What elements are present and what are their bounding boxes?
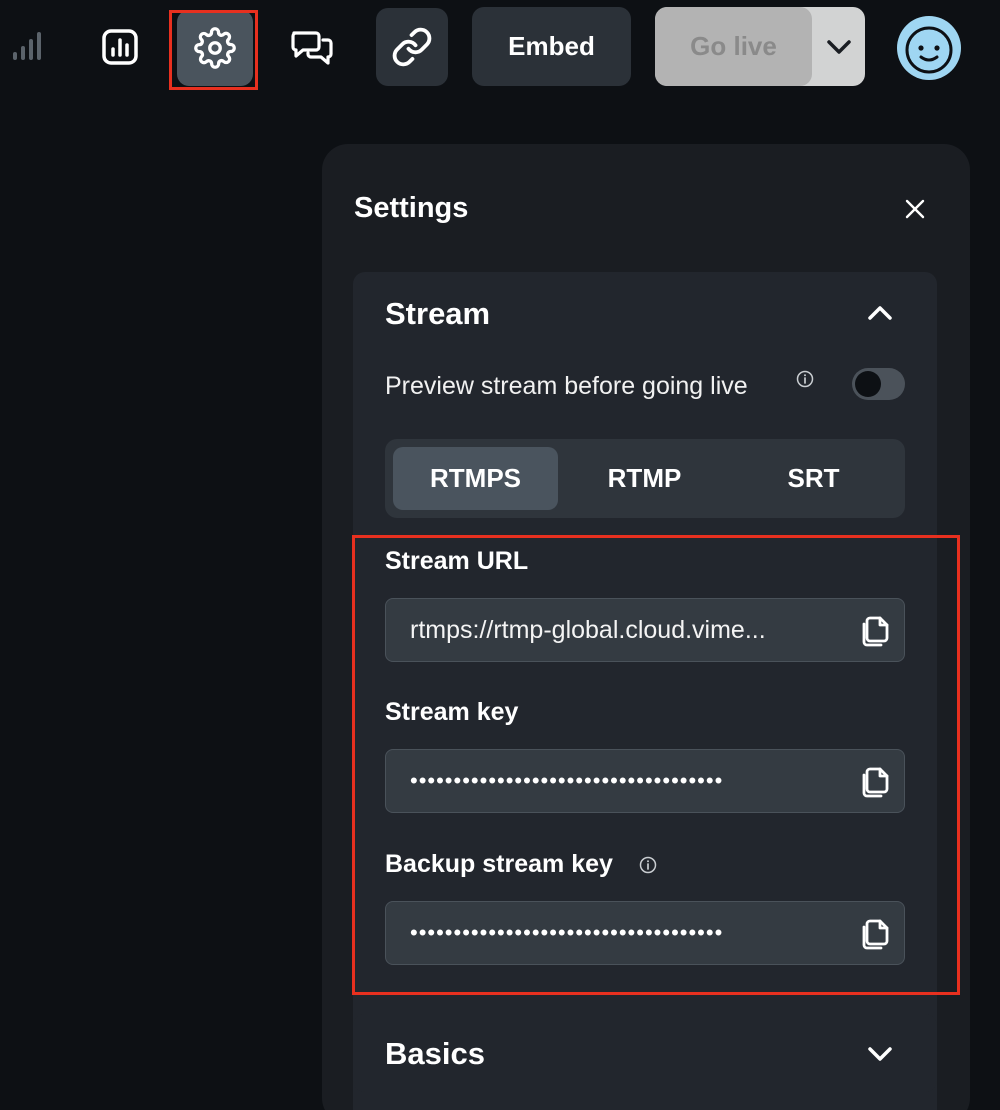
close-icon: [905, 199, 925, 219]
avatar-face-icon: [900, 19, 958, 77]
chevron-down-icon: [826, 39, 851, 54]
basics-section-title[interactable]: Basics: [385, 1036, 485, 1072]
stream-key-field[interactable]: ••••••••••••••••••••••••••••••••••••: [385, 749, 905, 813]
info-icon[interactable]: [796, 370, 814, 388]
stream-key-label: Stream key: [385, 698, 519, 726]
chevron-down-icon: [868, 1047, 892, 1061]
analytics-icon: [102, 29, 138, 65]
settings-panel: Settings Stream Preview stream before go…: [322, 144, 970, 1110]
user-avatar[interactable]: [897, 16, 961, 80]
preview-stream-toggle[interactable]: [852, 368, 905, 400]
top-toolbar: Embed Go live: [0, 0, 1000, 100]
go-live-button[interactable]: Go live: [655, 7, 812, 86]
backup-stream-key-value: ••••••••••••••••••••••••••••••••••••: [410, 920, 724, 945]
stream-url-value: rtmps://rtmp-global.cloud.vime...: [410, 616, 766, 644]
go-live-group: Go live: [655, 7, 865, 86]
go-live-options-button[interactable]: [812, 7, 865, 86]
stream-section-collapse-button[interactable]: [860, 293, 900, 333]
copy-icon: [862, 919, 889, 950]
signal-strength-icon: [12, 30, 42, 62]
backup-stream-key-field[interactable]: ••••••••••••••••••••••••••••••••••••: [385, 901, 905, 965]
chat-button[interactable]: [280, 14, 344, 80]
copy-stream-key-button[interactable]: [856, 763, 894, 801]
stream-url-label: Stream URL: [385, 547, 529, 575]
toggle-knob: [855, 371, 881, 397]
settings-button[interactable]: [177, 10, 253, 86]
basics-section-expand-button[interactable]: [860, 1034, 900, 1074]
protocol-option-rtmps[interactable]: RTMPS: [393, 447, 558, 510]
stream-url-field[interactable]: rtmps://rtmp-global.cloud.vime...: [385, 598, 905, 662]
preview-stream-label: Preview stream before going live: [385, 372, 748, 400]
stream-section-title[interactable]: Stream: [385, 296, 490, 332]
share-link-button[interactable]: [376, 8, 448, 86]
analytics-button[interactable]: [92, 14, 148, 80]
link-icon: [392, 27, 432, 67]
protocol-option-srt[interactable]: SRT: [731, 447, 896, 510]
protocol-option-rtmp[interactable]: RTMP: [562, 447, 727, 510]
chat-icon: [291, 31, 333, 65]
gear-icon: [194, 27, 236, 69]
preview-stream-row: Preview stream before going live: [385, 368, 905, 408]
settings-title: Settings: [354, 192, 469, 224]
basics-section[interactable]: Basics: [353, 1014, 937, 1092]
embed-button[interactable]: Embed: [472, 7, 631, 86]
backup-stream-key-label: Backup stream key: [385, 850, 613, 878]
copy-stream-url-button[interactable]: [856, 612, 894, 650]
copy-icon: [862, 767, 889, 798]
copy-icon: [862, 616, 889, 647]
protocol-selector: RTMPS RTMP SRT: [385, 439, 905, 518]
info-icon[interactable]: [639, 856, 657, 874]
copy-backup-stream-key-button[interactable]: [856, 915, 894, 953]
stream-section: Stream Preview stream before going live …: [353, 272, 937, 1110]
chevron-up-icon: [868, 306, 892, 320]
close-settings-button[interactable]: [898, 192, 932, 226]
stream-key-value: ••••••••••••••••••••••••••••••••••••: [410, 768, 724, 793]
